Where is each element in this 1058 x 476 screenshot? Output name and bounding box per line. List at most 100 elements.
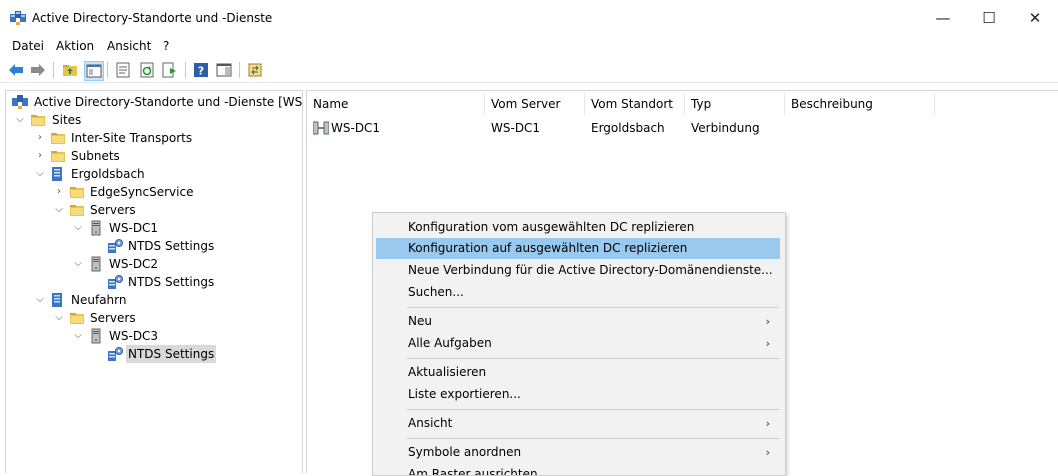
show-hide-console-tree-button[interactable] xyxy=(84,61,104,81)
tree-item-servers-ergoldsbach[interactable]: ⌵ Servers xyxy=(6,201,302,219)
tree-label: Subnets xyxy=(71,149,120,163)
menu-item-view[interactable]: Ansicht › xyxy=(376,413,780,434)
server-icon xyxy=(91,256,101,272)
folder-up-icon xyxy=(63,65,77,76)
menu-aktion[interactable]: Aktion xyxy=(56,39,94,53)
tree-item-ntds-settings-dc3[interactable]: NTDS Settings xyxy=(6,345,302,363)
context-menu: Konfiguration vom ausgewählten DC repliz… xyxy=(372,212,786,476)
tree-item-ws-dc3[interactable]: ⌵ WS-DC3 xyxy=(6,327,302,345)
toolbar-separator xyxy=(53,62,54,78)
column-header-from-site[interactable]: Vom Standort xyxy=(585,93,685,115)
tree-item-servers-neufahrn[interactable]: ⌵ Servers xyxy=(6,309,302,327)
menu-item-align-to-grid[interactable]: Am Raster ausrichten xyxy=(376,464,780,475)
tree-label: Ergoldsbach xyxy=(71,167,145,181)
refresh-button[interactable] xyxy=(138,61,156,79)
menu-item-arrange-icons[interactable]: Symbole anordnen › xyxy=(376,442,780,463)
column-header-description[interactable]: Beschreibung xyxy=(785,93,935,115)
console-tree: Active Directory-Standorte und -Dienste … xyxy=(5,90,303,473)
folder-icon xyxy=(51,133,65,144)
chevron-right-icon[interactable]: › xyxy=(34,147,46,165)
chevron-down-icon[interactable]: ⌵ xyxy=(34,291,46,309)
chevron-down-icon[interactable]: ⌵ xyxy=(72,327,84,345)
ad-sites-app-icon xyxy=(10,11,26,25)
tree-label: EdgeSyncService xyxy=(90,185,194,199)
replicate-now-button[interactable] xyxy=(246,61,264,79)
chevron-right-icon[interactable]: › xyxy=(34,129,46,147)
tree-label: NTDS Settings xyxy=(126,345,217,363)
menu-item-replicate-from[interactable]: Konfiguration vom ausgewählten DC repliz… xyxy=(376,217,780,238)
row-from-server: WS-DC1 xyxy=(491,121,541,135)
chevron-right-icon[interactable]: › xyxy=(53,183,65,201)
properties-button[interactable] xyxy=(114,61,132,79)
export-list-button[interactable] xyxy=(161,61,179,79)
ad-sites-icon xyxy=(12,95,28,109)
tree-item-ws-dc1[interactable]: ⌵ WS-DC1 xyxy=(6,219,302,237)
minimize-button[interactable]: — xyxy=(920,0,966,36)
tree-item-root[interactable]: Active Directory-Standorte und -Dienste … xyxy=(6,93,302,111)
tree-label: Sites xyxy=(52,113,82,127)
menu-help[interactable]: ? xyxy=(163,39,169,53)
chevron-down-icon[interactable]: ⌵ xyxy=(14,111,26,129)
column-header-from-server[interactable]: Vom Server xyxy=(485,93,585,115)
window-title: Active Directory-Standorte und -Dienste xyxy=(32,11,273,25)
tree-label: Neufahrn xyxy=(71,293,127,307)
forward-button[interactable] xyxy=(29,61,47,79)
chevron-down-icon[interactable]: ⌵ xyxy=(53,309,65,327)
up-one-level-button[interactable] xyxy=(61,61,79,79)
folder-icon xyxy=(31,115,45,126)
svg-text:?: ? xyxy=(198,65,204,78)
menu-item-all-tasks[interactable]: Alle Aufgaben › xyxy=(376,333,780,354)
replicate-icon xyxy=(248,63,262,77)
row-name: WS-DC1 xyxy=(331,121,381,135)
connection-icon xyxy=(313,121,329,135)
menu-item-refresh[interactable]: Aktualisieren xyxy=(376,362,780,383)
tree-label: Inter-Site Transports xyxy=(71,131,193,145)
tree-item-inter-site-transports[interactable]: › Inter-Site Transports xyxy=(6,129,302,147)
menu-datei[interactable]: Datei xyxy=(12,39,44,53)
back-button[interactable] xyxy=(7,61,25,79)
forward-arrow-icon xyxy=(31,64,45,76)
back-arrow-icon xyxy=(9,64,23,76)
menu-item-search[interactable]: Suchen... xyxy=(376,282,780,303)
menu-ansicht[interactable]: Ansicht xyxy=(107,39,151,53)
chevron-right-icon: › xyxy=(765,337,770,350)
help-button[interactable]: ? xyxy=(192,61,210,79)
tree-item-ntds-settings-dc1[interactable]: NTDS Settings xyxy=(6,237,302,255)
row-from-site: Ergoldsbach xyxy=(591,121,665,135)
tree-item-ntds-settings-dc2[interactable]: NTDS Settings xyxy=(6,273,302,291)
chevron-down-icon[interactable]: ⌵ xyxy=(72,219,84,237)
title-bar: Active Directory-Standorte und -Dienste … xyxy=(0,0,1058,36)
ntds-settings-icon xyxy=(108,239,123,253)
show-hide-action-pane-button[interactable] xyxy=(215,61,233,79)
server-icon xyxy=(91,220,101,236)
maximize-button[interactable]: ☐ xyxy=(966,0,1012,36)
console-tree-icon xyxy=(86,64,102,78)
chevron-down-icon[interactable]: ⌵ xyxy=(53,201,65,219)
tree-item-site-ergoldsbach[interactable]: ⌵ Ergoldsbach xyxy=(6,165,302,183)
close-button[interactable]: ✕ xyxy=(1012,0,1058,36)
menu-bar xyxy=(0,36,1058,56)
help-icon: ? xyxy=(194,63,208,78)
action-pane-icon xyxy=(216,63,232,77)
column-header-type[interactable]: Typ xyxy=(685,93,785,115)
menu-separator xyxy=(407,438,779,439)
tree-label: WS-DC1 xyxy=(109,221,159,235)
tree-item-subnets[interactable]: › Subnets xyxy=(6,147,302,165)
tree-item-ws-dc2[interactable]: ⌵ WS-DC2 xyxy=(6,255,302,273)
toolbar-separator xyxy=(107,62,108,78)
tree-label: Active Directory-Standorte und -Dienste … xyxy=(34,95,303,109)
tree-item-edgesyncservice[interactable]: › EdgeSyncService xyxy=(6,183,302,201)
chevron-down-icon[interactable]: ⌵ xyxy=(34,165,46,183)
column-header-name[interactable]: Name xyxy=(307,93,485,115)
tree-label: WS-DC2 xyxy=(109,257,159,271)
menu-item-new[interactable]: Neu › xyxy=(376,311,780,332)
toolbar xyxy=(0,58,1058,83)
menu-separator xyxy=(407,358,779,359)
tree-item-sites[interactable]: ⌵ Sites xyxy=(6,111,302,129)
chevron-down-icon[interactable]: ⌵ xyxy=(72,255,84,273)
tree-item-site-neufahrn[interactable]: ⌵ Neufahrn xyxy=(6,291,302,309)
menu-item-replicate-to[interactable]: Konfiguration auf ausgewählten DC repliz… xyxy=(376,238,780,259)
menu-item-new-connection[interactable]: Neue Verbindung für die Active Directory… xyxy=(376,260,780,281)
maximize-icon: ☐ xyxy=(982,9,996,27)
menu-item-export-list[interactable]: Liste exportieren... xyxy=(376,384,780,405)
